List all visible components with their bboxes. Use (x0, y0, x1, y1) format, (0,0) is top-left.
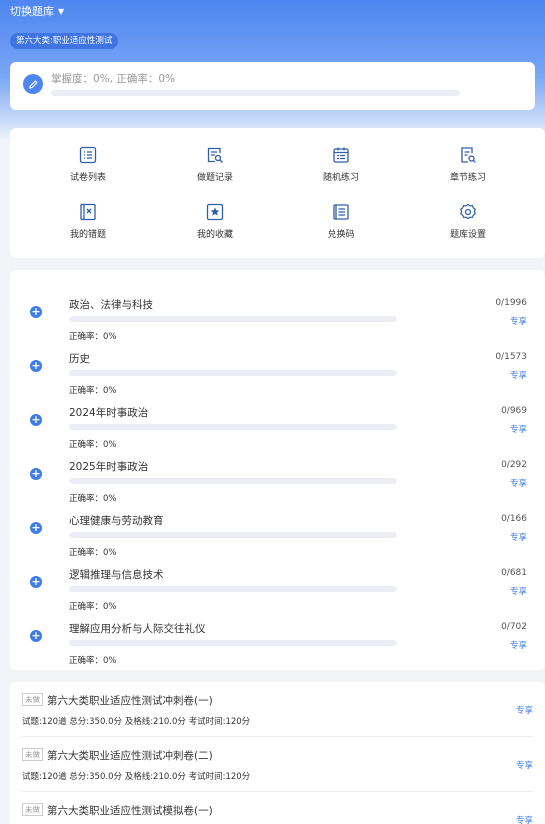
vip-label: 专享 (515, 816, 533, 824)
grid-label: 试卷列表 (69, 173, 106, 183)
subject-item[interactable]: + 历史 正确率：0% 0/1573 专享 (10, 334, 545, 396)
subject-progress-bar (69, 532, 397, 538)
subject-count: 0/1996 (495, 298, 527, 308)
grid-label: 随机练习 (322, 173, 359, 183)
star-icon (206, 203, 224, 221)
grid-item-redeem-code[interactable]: 兑换码 (296, 203, 386, 240)
grid-item-wrong-questions[interactable]: 我的错题 (43, 203, 133, 240)
expand-plus-icon[interactable]: + (30, 522, 42, 534)
function-grid: 试卷列表 做题记录 随机练习 章节练习 我的错题 我的收藏 兑换码 题库设置 (10, 128, 545, 258)
subject-name: 心理健康与劳动教育 (69, 515, 164, 527)
paper-list: 未做 第六大类职业适应性测试冲刺卷(一) 试题:120道 总分:350.0分 及… (10, 682, 545, 824)
subject-name: 理解应用分析与人际交往礼仪 (69, 623, 206, 635)
grid-label: 题库设置 (449, 230, 486, 240)
paper-title: 第六大类职业适应性测试冲刺卷(二) (47, 750, 213, 762)
vip-label: 专享 (515, 706, 533, 716)
code-icon (333, 204, 349, 220)
chapter-search-icon (461, 147, 476, 163)
subject-name: 政治、法律与科技 (69, 299, 153, 311)
vip-label: 专享 (509, 479, 527, 489)
subject-name: 2025年时事政治 (69, 461, 149, 473)
grid-item-bank-settings[interactable]: 题库设置 (423, 203, 513, 240)
vip-label: 专享 (509, 317, 527, 327)
subject-count: 0/681 (501, 568, 527, 578)
subject-progress-bar (69, 370, 397, 376)
calendar-icon (333, 147, 349, 163)
paper-item[interactable]: 未做 第六大类职业适应性测试冲刺卷(二) 试题:120道 总分:350.0分 及… (22, 737, 533, 792)
subject-list: + 政治、法律与科技 正确率：0% 0/1996 专享 + 历史 正确率：0% … (10, 270, 545, 670)
subject-item[interactable]: + 心理健康与劳动教育 正确率：0% 0/166 专享 (10, 496, 545, 558)
expand-plus-icon[interactable]: + (30, 306, 42, 318)
status-badge: 未做 (22, 803, 43, 816)
category-tag: 第六大类:职业适应性测试 (10, 33, 119, 49)
grid-label: 章节练习 (449, 173, 486, 183)
subject-count: 0/969 (501, 406, 527, 416)
subject-progress-bar (69, 316, 397, 322)
subject-item[interactable]: + 2025年时事政治 正确率：0% 0/292 专享 (10, 442, 545, 504)
grid-item-chapter-practice[interactable]: 章节练习 (423, 146, 513, 183)
expand-plus-icon[interactable]: + (30, 630, 42, 642)
mastery-progress-bar (51, 90, 460, 96)
subject-item[interactable]: + 政治、法律与科技 正确率：0% 0/1996 专享 (10, 280, 545, 342)
grid-label: 兑换码 (327, 230, 355, 240)
grid-label: 我的收藏 (196, 230, 233, 240)
subject-count: 0/1573 (495, 352, 527, 362)
gear-icon (460, 203, 476, 220)
grid-label: 做题记录 (196, 173, 233, 183)
wrong-book-icon (80, 203, 96, 221)
subject-name: 逻辑推理与信息技术 (69, 569, 164, 581)
subject-progress-bar (69, 478, 397, 484)
subject-progress-bar (69, 424, 397, 430)
switch-bank-label: 切换题库 (10, 5, 54, 18)
switch-bank-button[interactable]: 切换题库 ▼ (10, 3, 64, 19)
subject-accuracy: 正确率：0% (69, 656, 117, 666)
paper-title: 第六大类职业适应性测试模拟卷(一) (47, 805, 213, 817)
grid-item-practice-record[interactable]: 做题记录 (170, 146, 260, 183)
expand-plus-icon[interactable]: + (30, 468, 42, 480)
subject-progress-bar (69, 586, 397, 592)
expand-plus-icon[interactable]: + (30, 360, 42, 372)
subject-name: 2024年时事政治 (69, 407, 149, 419)
subject-item[interactable]: + 2024年时事政治 正确率：0% 0/969 专享 (10, 388, 545, 450)
expand-plus-icon[interactable]: + (30, 576, 42, 588)
vip-label: 专享 (515, 761, 533, 771)
paper-meta: 试题:120道 总分:350.0分 及格线:210.0分 考试时间:120分 (22, 717, 251, 727)
subject-name: 历史 (69, 353, 90, 365)
list-icon (79, 146, 97, 164)
record-icon (207, 147, 223, 163)
expand-plus-icon[interactable]: + (30, 414, 42, 426)
subject-item[interactable]: + 逻辑推理与信息技术 正确率：0% 0/681 专享 (10, 550, 545, 612)
subject-item[interactable]: + 理解应用分析与人际交往礼仪 正确率：0% 0/702 专享 (10, 604, 545, 666)
grid-label: 我的错题 (69, 230, 106, 240)
paper-meta: 试题:120道 总分:350.0分 及格线:210.0分 考试时间:120分 (22, 772, 251, 782)
mastery-text: 掌握度：0%, 正确率：0% (51, 73, 175, 85)
grid-item-paper-list[interactable]: 试卷列表 (43, 146, 133, 183)
paper-title: 第六大类职业适应性测试冲刺卷(一) (47, 695, 213, 707)
subject-progress-bar (69, 640, 397, 646)
vip-label: 专享 (509, 533, 527, 543)
mastery-card: 掌握度：0%, 正确率：0% (10, 62, 535, 110)
pencil-icon (23, 74, 43, 94)
paper-item[interactable]: 未做 第六大类职业适应性测试模拟卷(一) 专享 (22, 792, 533, 824)
status-badge: 未做 (22, 748, 43, 761)
paper-item[interactable]: 未做 第六大类职业适应性测试冲刺卷(一) 试题:120道 总分:350.0分 及… (22, 682, 533, 737)
subject-count: 0/702 (501, 622, 527, 632)
subject-count: 0/166 (501, 514, 527, 524)
vip-label: 专享 (509, 371, 527, 381)
vip-label: 专享 (509, 587, 527, 597)
vip-label: 专享 (509, 641, 527, 651)
vip-label: 专享 (509, 425, 527, 435)
grid-item-favorites[interactable]: 我的收藏 (170, 203, 260, 240)
grid-item-random-practice[interactable]: 随机练习 (296, 146, 386, 183)
status-badge: 未做 (22, 693, 43, 706)
subject-count: 0/292 (501, 460, 527, 470)
caret-down-icon: ▼ (58, 6, 65, 16)
